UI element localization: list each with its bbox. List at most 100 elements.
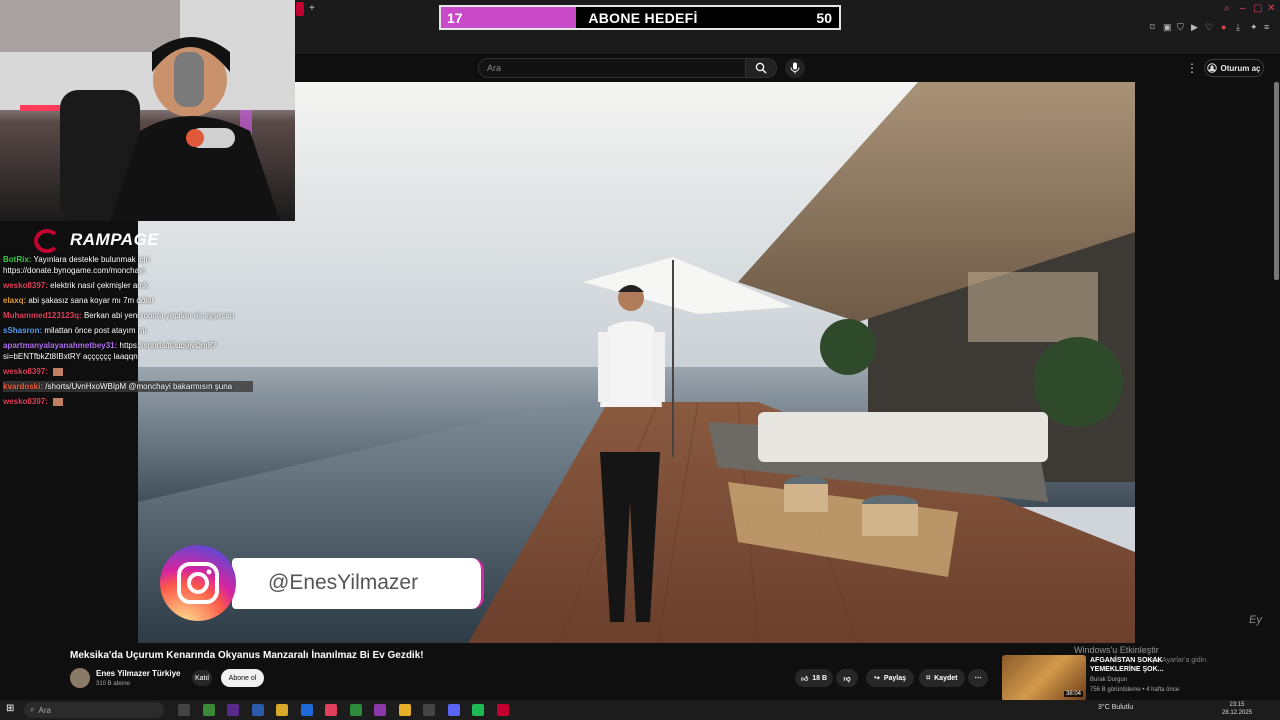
chat-username[interactable]: BotRix: bbox=[3, 255, 31, 264]
video-title: Meksika'da Uçurum Kenarında Okyanus Manz… bbox=[70, 650, 424, 661]
weather-widget[interactable]: 3°C Bulutlu bbox=[1098, 704, 1133, 711]
goal-target-count: 50 bbox=[816, 9, 832, 26]
more-actions-button[interactable]: ⋯ bbox=[968, 669, 988, 687]
chat-message: wesko8397: bbox=[3, 366, 253, 377]
chat-panel: BotRix: Yayınlara destekle bulunmak için… bbox=[3, 254, 253, 411]
chat-message: wesko8397: bbox=[3, 396, 253, 407]
rampage-logo-icon bbox=[34, 229, 60, 253]
channel-name[interactable]: Enes Yilmazer Türkiye bbox=[96, 669, 181, 678]
recommendation-meta: 756 B görüntüleme • 4 hafta önce bbox=[1090, 687, 1180, 693]
bookmark-icon[interactable]: ⌑ bbox=[1150, 22, 1155, 33]
download-icon[interactable]: ⤓ bbox=[1236, 22, 1240, 33]
close-icon[interactable]: ✕ bbox=[1267, 3, 1275, 14]
chat-username[interactable]: Muhammed123123q: bbox=[3, 311, 82, 320]
share-label: Paylaş bbox=[883, 674, 907, 682]
clock-date: 28.12.2025 bbox=[1222, 710, 1253, 716]
search-input[interactable]: Ara bbox=[478, 58, 746, 78]
heart-icon[interactable]: ♡ bbox=[1205, 22, 1213, 33]
chat-username[interactable]: kvardoski: bbox=[3, 382, 43, 391]
dislike-button[interactable]: 👎︎ bbox=[836, 669, 858, 687]
more-icon: ⋯ bbox=[974, 675, 982, 682]
taskbar-app-icon[interactable] bbox=[349, 704, 362, 716]
chat-message: BotRix: Yayınlara destekle bulunmak için… bbox=[3, 254, 253, 276]
subscriber-count: 310 B abone bbox=[96, 681, 131, 687]
goal-current-count: 17 bbox=[447, 9, 463, 26]
microphone-icon bbox=[790, 62, 800, 74]
taskbar-app-icon[interactable] bbox=[178, 704, 190, 716]
sign-in-label: Oturum aç bbox=[1220, 63, 1261, 73]
chat-username[interactable]: apartmanyalayanahmetbey31: bbox=[3, 341, 117, 350]
search-button[interactable] bbox=[745, 58, 777, 78]
taskbar-app-icon[interactable] bbox=[202, 704, 215, 716]
chat-username[interactable]: elaxq: bbox=[3, 296, 26, 305]
extension-icon[interactable]: ▣ bbox=[1163, 22, 1172, 33]
taskbar-app-icon[interactable] bbox=[276, 704, 288, 716]
play-icon[interactable]: ▶ bbox=[1191, 22, 1198, 33]
menu-icon[interactable]: ≡ bbox=[1264, 22, 1269, 32]
chat-username[interactable]: wesko8397: bbox=[3, 281, 48, 290]
more-options-icon[interactable]: ⋮ bbox=[1186, 61, 1198, 75]
clock-time: 23:15 bbox=[1229, 702, 1245, 708]
taskbar-app-icon[interactable] bbox=[496, 704, 509, 716]
video-right-margin bbox=[1135, 82, 1280, 643]
like-count: 18 B bbox=[812, 674, 828, 682]
taskbar-app-icon[interactable] bbox=[300, 704, 313, 716]
taskbar-app-icon[interactable] bbox=[325, 704, 337, 716]
shield-icon[interactable]: ⛉ bbox=[1177, 22, 1184, 33]
minimize-icon[interactable]: – bbox=[1240, 3, 1246, 14]
channel-avatar[interactable] bbox=[70, 668, 90, 688]
instagram-handle: @EnesYilmazer bbox=[268, 571, 419, 594]
profile-icon[interactable]: ● bbox=[1221, 22, 1226, 32]
webcam-feed bbox=[0, 0, 295, 221]
taskbar-app-icon[interactable] bbox=[398, 704, 411, 716]
taskbar-search-label: Ara bbox=[38, 705, 51, 715]
chat-text: abi şakasız sana koyar mı 7m dolar bbox=[28, 296, 155, 305]
chat-username[interactable]: wesko8397: bbox=[3, 397, 48, 406]
chat-message: apartmanyalayanahmetbey31: https://short… bbox=[3, 340, 253, 362]
new-tab-button[interactable]: + bbox=[309, 3, 315, 14]
save-button[interactable]: ⌑ Kaydet bbox=[919, 669, 965, 687]
channel-watermark: Ey bbox=[1249, 614, 1262, 626]
windows-start-icon[interactable]: ⊞ bbox=[6, 703, 14, 714]
taskbar-app-icon[interactable] bbox=[423, 704, 435, 716]
save-label: Kaydet bbox=[934, 674, 958, 682]
taskbar-app-icon[interactable] bbox=[472, 704, 484, 716]
share-icon: ↪ bbox=[873, 675, 880, 682]
brand-logo: RAMPAGE bbox=[70, 230, 160, 249]
maximize-icon[interactable]: ▢ bbox=[1253, 3, 1262, 14]
sign-in-button[interactable]: Oturum aç bbox=[1204, 59, 1264, 77]
taskbar-app-icon[interactable] bbox=[447, 704, 460, 716]
taskbar-app-icon[interactable] bbox=[374, 704, 386, 716]
chat-username[interactable]: sShasron: bbox=[3, 326, 42, 335]
recommendation-duration: 38:04 bbox=[1064, 691, 1084, 697]
account-icon bbox=[1207, 63, 1218, 73]
taskbar-app-icon[interactable] bbox=[227, 704, 239, 716]
like-button[interactable]: 👍︎ 18 B bbox=[795, 669, 833, 687]
instagram-icon bbox=[160, 545, 236, 621]
join-button[interactable]: Katıl bbox=[192, 670, 212, 686]
subscribe-button[interactable]: Abone ol bbox=[221, 669, 264, 687]
thumbs-up-icon: 👍︎ bbox=[800, 675, 809, 683]
share-button[interactable]: ↪ Paylaş bbox=[866, 669, 914, 687]
page-scrollbar[interactable] bbox=[1274, 82, 1279, 280]
chat-message: wesko8397: elektrik nasıl çekmişler amk bbox=[3, 280, 253, 291]
taskbar-app-icon[interactable] bbox=[251, 704, 264, 716]
voice-search-button[interactable] bbox=[785, 58, 805, 78]
clock[interactable]: 23:15 28.12.2025 bbox=[1222, 701, 1252, 717]
browser-tab-active[interactable] bbox=[296, 2, 304, 16]
goal-title: ABONE HEDEFİ bbox=[588, 9, 698, 26]
chat-message: sShasron: milattan önce post atayım mı bbox=[3, 325, 253, 336]
chat-message: elaxq: abi şakasız sana koyar mı 7m dola… bbox=[3, 295, 253, 306]
search-icon bbox=[755, 62, 767, 74]
windows-activation-title: Windows'u Etkinleştir bbox=[1074, 645, 1159, 655]
chat-username[interactable]: wesko8397: bbox=[3, 367, 48, 376]
puzzle-icon[interactable]: ✦ bbox=[1250, 22, 1258, 33]
chat-message: Muhammed123123q: Berkan abi yeni montu y… bbox=[3, 310, 253, 321]
taskbar-search[interactable]: ⌕ Ara bbox=[24, 702, 164, 718]
recommendation-channel[interactable]: Burak Durgun bbox=[1090, 677, 1127, 683]
thumbs-down-icon: 👎︎ bbox=[843, 675, 851, 683]
chat-message: kvardoski: /shorts/UvnHxoWBIpM @monchayi… bbox=[3, 381, 253, 392]
chat-text: milattan önce post atayım mı bbox=[44, 326, 147, 335]
search-icon[interactable]: ⌕ bbox=[1224, 3, 1230, 14]
bookmark-icon: ⌑ bbox=[926, 675, 931, 682]
